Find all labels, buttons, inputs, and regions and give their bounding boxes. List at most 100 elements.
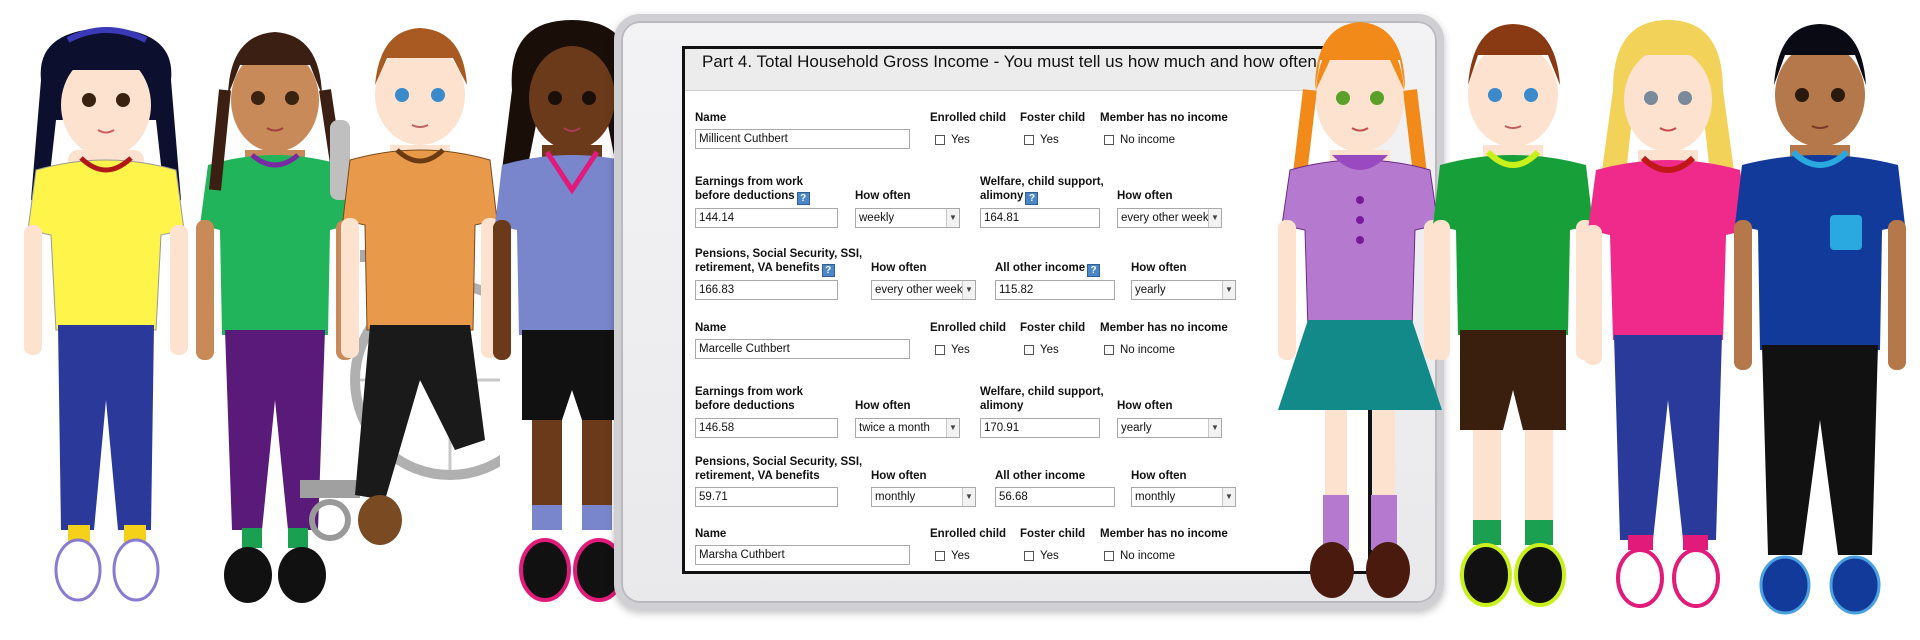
- foster-child-checkbox[interactable]: [1024, 345, 1034, 355]
- no-income-option-label: No income: [1120, 134, 1175, 146]
- selected-value: monthly: [875, 491, 916, 503]
- enrolled-child-label: Enrolled child: [930, 112, 1007, 124]
- other-income-input[interactable]: 56.68: [995, 487, 1115, 507]
- no-income-label: Member has no income: [1100, 112, 1228, 124]
- earnings-input[interactable]: 144.14: [695, 208, 838, 228]
- no-income-option-label: No income: [1120, 344, 1175, 356]
- no-income-checkbox[interactable]: [1104, 135, 1114, 145]
- foster-child-label: Foster child: [1020, 528, 1086, 540]
- earnings-label-line2: before deductions: [695, 400, 795, 412]
- chevron-down-icon: ▼: [1208, 419, 1221, 437]
- welfare-frequency-select[interactable]: every other week ▼: [1117, 208, 1222, 228]
- member-name-input[interactable]: Marcelle Cuthbert: [695, 339, 910, 359]
- foster-child-checkbox[interactable]: [1024, 135, 1034, 145]
- yes-label: Yes: [951, 550, 970, 562]
- earnings-label: Earnings from work before deductions: [695, 385, 803, 413]
- chevron-down-icon: ▼: [1222, 488, 1235, 506]
- earnings-label-line1: Earnings from work: [695, 176, 803, 188]
- welfare-input[interactable]: 164.81: [980, 208, 1100, 228]
- how-often-label: How often: [1117, 400, 1173, 412]
- other-income-label-text: All other income: [995, 262, 1086, 274]
- selected-value: weekly: [859, 212, 895, 224]
- yes-label: Yes: [951, 344, 970, 356]
- yes-label: Yes: [1040, 134, 1059, 146]
- help-icon[interactable]: ?: [1025, 192, 1039, 205]
- how-often-label: How often: [871, 470, 927, 482]
- help-icon[interactable]: ?: [796, 192, 810, 205]
- enrolled-child-checkbox[interactable]: [935, 345, 945, 355]
- how-often-label: How often: [871, 262, 927, 274]
- help-icon[interactable]: ?: [821, 264, 835, 277]
- enrolled-child-label: Enrolled child: [930, 528, 1007, 540]
- earnings-input[interactable]: 146.58: [695, 418, 838, 438]
- yes-label: Yes: [1040, 550, 1059, 562]
- foster-child-label: Foster child: [1020, 322, 1086, 334]
- other-income-frequency-select[interactable]: yearly ▼: [1131, 280, 1236, 300]
- welfare-input[interactable]: 170.91: [980, 418, 1100, 438]
- member-name-input[interactable]: Millicent Cuthbert: [695, 129, 910, 149]
- chevron-down-icon: ▼: [946, 209, 959, 227]
- chevron-down-icon: ▼: [1208, 209, 1221, 227]
- name-label: Name: [695, 112, 727, 124]
- earnings-label-line1: Earnings from work: [695, 386, 803, 398]
- enrolled-child-label: Enrolled child: [930, 322, 1007, 334]
- boy-navy-shirt-illustration: [1734, 24, 1906, 615]
- girl-yellow-shirt-illustration: [24, 27, 188, 602]
- selected-value: twice a month: [859, 422, 930, 434]
- earnings-label: Earnings from work before deductions?: [695, 175, 810, 205]
- no-income-option-label: No income: [1120, 550, 1175, 562]
- how-often-label: How often: [1131, 470, 1187, 482]
- other-income-frequency-select[interactable]: monthly ▼: [1131, 487, 1236, 507]
- welfare-label-line1: Welfare, child support,: [980, 386, 1104, 398]
- other-income-input[interactable]: 115.82: [995, 280, 1115, 300]
- pensions-label-line2: retirement, VA benefits: [695, 262, 820, 274]
- other-income-label: All other income: [995, 470, 1086, 482]
- name-label: Name: [695, 322, 727, 334]
- pensions-input[interactable]: 166.83: [695, 280, 838, 300]
- welfare-label: Welfare, child support, alimony: [980, 385, 1104, 413]
- pensions-frequency-select[interactable]: monthly ▼: [871, 487, 976, 507]
- how-often-label: How often: [1131, 262, 1187, 274]
- welfare-label: Welfare, child support, alimony?: [980, 175, 1104, 205]
- earnings-label-line2: before deductions: [695, 190, 795, 202]
- help-icon[interactable]: ?: [1087, 264, 1101, 277]
- no-income-checkbox[interactable]: [1104, 551, 1114, 561]
- selected-value: monthly: [1135, 491, 1176, 503]
- pensions-frequency-select[interactable]: every other week ▼: [871, 280, 976, 300]
- girl-purple-dress-illustration: [1278, 22, 1442, 598]
- pensions-label-line1: Pensions, Social Security, SSI,: [695, 248, 863, 260]
- foster-child-checkbox[interactable]: [1024, 551, 1034, 561]
- foster-child-label: Foster child: [1020, 112, 1086, 124]
- income-form-screen: Part 4. Total Household Gross Income - Y…: [682, 46, 1372, 574]
- enrolled-child-checkbox[interactable]: [935, 551, 945, 561]
- boy-orange-shirt-illustration: [341, 28, 499, 545]
- no-income-checkbox[interactable]: [1104, 345, 1114, 355]
- selected-value: every other week: [1121, 212, 1209, 224]
- selected-value: every other week: [875, 284, 963, 296]
- welfare-frequency-select[interactable]: yearly ▼: [1117, 418, 1222, 438]
- pensions-label: Pensions, Social Security, SSI, retireme…: [695, 455, 862, 483]
- how-often-label: How often: [855, 190, 911, 202]
- pensions-input[interactable]: 59.71: [695, 487, 838, 507]
- pensions-label: Pensions, Social Security, SSI, retireme…: [695, 247, 862, 277]
- chevron-down-icon: ▼: [962, 488, 975, 506]
- welfare-label-line1: Welfare, child support,: [980, 176, 1104, 188]
- yes-label: Yes: [1040, 344, 1059, 356]
- selected-value: yearly: [1135, 284, 1166, 296]
- how-often-label: How often: [855, 400, 911, 412]
- no-income-label: Member has no income: [1100, 322, 1228, 334]
- member-name-input[interactable]: Marsha Cuthbert: [695, 545, 910, 565]
- enrolled-child-checkbox[interactable]: [935, 135, 945, 145]
- selected-value: yearly: [1121, 422, 1152, 434]
- earnings-frequency-select[interactable]: weekly ▼: [855, 208, 960, 228]
- other-income-label: All other income?: [995, 261, 1101, 277]
- form-title: Part 4. Total Household Gross Income - Y…: [685, 49, 1368, 91]
- chevron-down-icon: ▼: [962, 281, 975, 299]
- how-often-label: How often: [1117, 190, 1173, 202]
- no-income-label: Member has no income: [1100, 528, 1228, 540]
- pensions-label-line2: retirement, VA benefits: [695, 470, 820, 482]
- chevron-down-icon: ▼: [946, 419, 959, 437]
- earnings-frequency-select[interactable]: twice a month ▼: [855, 418, 960, 438]
- chevron-down-icon: ▼: [1222, 281, 1235, 299]
- welfare-label-line2: alimony: [980, 400, 1024, 412]
